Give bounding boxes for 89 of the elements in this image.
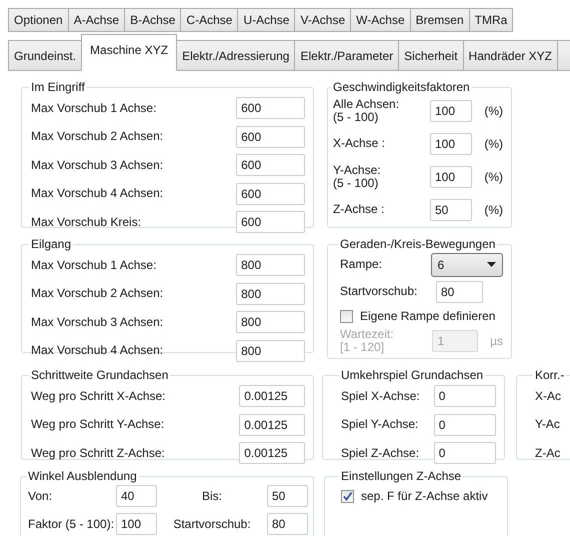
tab[interactable]: V-Achse (294, 8, 350, 32)
field-label: Max Vorschub 1 Achse: (31, 102, 158, 115)
checkbox-label: Eigene Rampe definieren (360, 309, 496, 323)
input-field[interactable]: 0 (434, 442, 496, 464)
group-title: Geschwindigkeitsfaktoren (332, 80, 471, 94)
input-field[interactable]: 50 (267, 485, 308, 507)
group-title: Umkehrspiel Grundachsen (340, 368, 484, 382)
input-field[interactable]: 100 (116, 513, 157, 535)
field-label: Weg pro Schritt Y-Achse: (31, 418, 166, 432)
tab[interactable] (556, 40, 570, 71)
field-label: Spiel X-Achse: (341, 390, 421, 403)
group-title: Eilgang (30, 237, 72, 251)
field-label: Y-Ac (535, 418, 560, 432)
tab[interactable]: C-Achse (180, 8, 238, 32)
tab[interactable]: TMRa (468, 8, 514, 32)
field-label: Alle Achsen: (5 - 100) (333, 98, 400, 124)
input-field[interactable]: 800 (236, 340, 305, 362)
dropdown-arrow-icon (487, 262, 496, 267)
input-field[interactable]: 0.00125 (239, 385, 305, 408)
field-label: Startvorschub: (172, 518, 252, 530)
group-title: Winkel Ausblendung (27, 469, 138, 483)
field-label: Max Vorschub 2 Achsen: (31, 287, 164, 300)
input-field[interactable]: 0.00125 (239, 414, 305, 436)
input-field[interactable]: 600 (236, 97, 305, 120)
field-label: Rampe: (340, 258, 384, 271)
input-field[interactable]: 800 (236, 254, 305, 276)
tab[interactable]: Elektr./Parameter (294, 40, 398, 71)
tab[interactable]: A-Achse (68, 8, 124, 32)
tab[interactable]: Sicherheit (398, 40, 463, 71)
tab[interactable]: Elektr./Adressierung (177, 40, 294, 71)
field-label: Max Vorschub 4 Achsen: (31, 187, 164, 200)
field-label: Startvorschub: (340, 285, 418, 298)
field-label: Max Vorschub 2 Achsen: (31, 130, 164, 144)
checkbox[interactable] (341, 490, 354, 502)
group-title: Schrittweite Grundachsen (30, 368, 170, 382)
input-field[interactable]: 100 (430, 132, 472, 154)
input-field[interactable]: 600 (236, 182, 305, 205)
group-title: Korr.- (534, 368, 566, 382)
field-label: Faktor (5 - 100): (28, 518, 116, 530)
field-label: X-Achse : (333, 137, 386, 150)
input-field[interactable]: 0 (434, 414, 496, 436)
field-label: Max Vorschub 1 Achse: (31, 258, 158, 272)
field-label: Max Vorschub Kreis: (31, 216, 142, 229)
unit-label: µs (490, 334, 503, 348)
unit-label: (%) (484, 170, 503, 184)
input-field[interactable]: 600 (236, 211, 305, 234)
input-field[interactable]: 80 (267, 513, 308, 535)
field-label: Max Vorschub 3 Achsen: (31, 158, 164, 172)
tab[interactable]: Bremsen (410, 8, 469, 32)
group-title: Im Eingriff (30, 80, 86, 94)
field-label: Weg pro Schritt Z-Achse: (31, 446, 166, 460)
input-field[interactable]: 100 (430, 166, 472, 188)
field-label: Spiel Y-Achse: (341, 418, 420, 432)
tab[interactable]: U-Achse (237, 8, 294, 32)
tab[interactable]: W-Achse (350, 8, 410, 32)
field-label: Y-Achse: (5 - 100) (333, 164, 382, 190)
checkbox-label: sep. F für Z-Achse aktiv (361, 489, 488, 503)
unit-label: (%) (484, 202, 503, 216)
tab[interactable]: B-Achse (124, 8, 180, 32)
input-field[interactable]: 40 (116, 485, 157, 507)
field-label: Z-Ac (535, 446, 560, 460)
unit-label: (%) (484, 104, 503, 118)
input-field[interactable]: 0 (434, 385, 496, 408)
field-label: Bis: (200, 490, 223, 502)
input-field[interactable]: 600 (236, 126, 305, 148)
field-label: Wartezeit: [1 - 120] (340, 328, 395, 354)
input-field[interactable]: 100 (430, 100, 472, 122)
field-label: Von: (28, 490, 54, 502)
group-title: Geraden-/Kreis-Bewegungen (339, 237, 496, 251)
group-title: Einstellungen Z-Achse (340, 469, 462, 483)
tab[interactable]: Handräder XYZ (462, 40, 557, 71)
tab[interactable]: Maschine XYZ (81, 34, 178, 71)
input-field[interactable]: 50 (430, 198, 472, 220)
field-label: Z-Achse : (333, 203, 386, 216)
input-field[interactable]: 80 (436, 280, 483, 302)
field-label: Max Vorschub 3 Achsen: (31, 316, 164, 329)
field-label: Spiel Z-Achse: (341, 446, 420, 460)
input-field[interactable]: 0.00125 (239, 442, 305, 464)
field-label: X-Ac (535, 390, 562, 403)
input-field[interactable]: 800 (236, 311, 305, 334)
checkbox[interactable] (340, 310, 353, 322)
tab[interactable]: Grundeinst. (8, 40, 82, 71)
unit-label: (%) (484, 136, 503, 150)
field-label: Weg pro Schritt X-Achse: (31, 390, 166, 403)
dropdown[interactable]: 6 (430, 252, 503, 276)
input-field[interactable]: 800 (236, 282, 305, 305)
input-field[interactable]: 600 (236, 154, 305, 176)
field-label: Max Vorschub 4 Achsen: (31, 344, 164, 358)
tab[interactable]: Optionen (8, 8, 68, 32)
